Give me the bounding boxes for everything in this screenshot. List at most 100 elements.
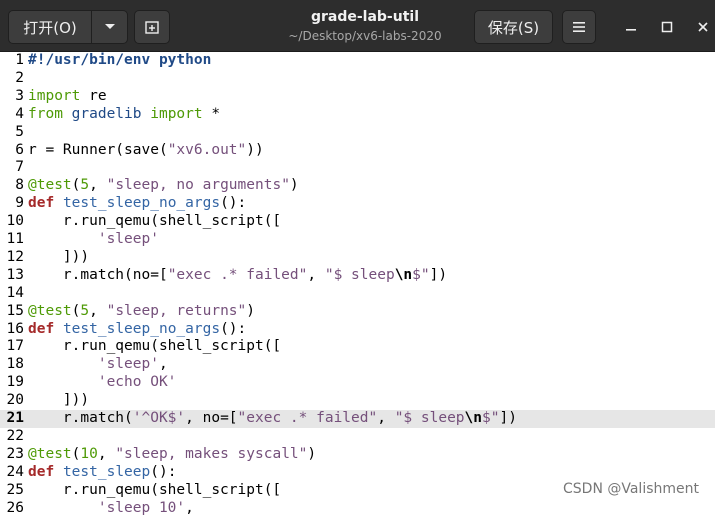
window-title: grade-lab-util (220, 8, 510, 26)
code-token: , no=[ (185, 410, 237, 426)
new-tab-button[interactable] (134, 10, 170, 44)
code-token: "exec .* failed" (168, 267, 308, 283)
code-token: re (80, 88, 106, 104)
minimize-button[interactable] (616, 12, 646, 42)
code-token: , (159, 356, 168, 372)
code-line[interactable]: 4from gradelib import * (0, 106, 715, 124)
code-line[interactable]: 22 (0, 428, 715, 446)
code-token: gradelib (72, 106, 142, 122)
code-token: "sleep, no arguments" (107, 177, 290, 193)
line-number: 1 (0, 52, 24, 70)
code-line[interactable]: 24def test_sleep(): (0, 464, 715, 482)
line-number: 8 (0, 177, 24, 195)
code-line[interactable]: 2 (0, 70, 715, 88)
line-number: 20 (0, 392, 24, 410)
code-token: )) (246, 142, 263, 158)
code-line[interactable]: 15@test(5, "sleep, returns") (0, 303, 715, 321)
code-line[interactable]: 7 (0, 159, 715, 177)
code-line[interactable]: 6r = Runner(save("xv6.out")) (0, 142, 715, 160)
code-text: @test(5, "sleep, no arguments") (28, 177, 299, 195)
line-number: 23 (0, 446, 24, 464)
code-token: r.run_qemu(shell_script([ (28, 213, 281, 229)
code-token: ]) (499, 410, 516, 426)
close-button[interactable] (688, 12, 715, 42)
code-token (54, 195, 63, 211)
code-text: 'sleep 10', (28, 500, 194, 517)
code-token: r.match( (28, 410, 133, 426)
code-line[interactable]: 10 r.run_qemu(shell_script([ (0, 213, 715, 231)
line-number: 16 (0, 321, 24, 339)
code-line[interactable]: 9def test_sleep_no_args(): (0, 195, 715, 213)
chevron-down-icon (104, 23, 116, 31)
line-number: 17 (0, 338, 24, 356)
code-token: , (89, 177, 106, 193)
code-token: (): (150, 464, 176, 480)
code-token: , (98, 446, 115, 462)
code-token (54, 464, 63, 480)
line-number: 19 (0, 374, 24, 392)
code-token: ])) (28, 249, 89, 265)
code-line[interactable]: 21 r.match('^OK$', no=["exec .* failed",… (0, 410, 715, 428)
maximize-icon (661, 21, 673, 33)
code-token (28, 500, 98, 516)
code-text: r.run_qemu(shell_script([ (28, 482, 281, 500)
line-number: 25 (0, 482, 24, 500)
code-line[interactable]: 23@test(10, "sleep, makes syscall") (0, 446, 715, 464)
code-token: 'echo OK' (98, 374, 177, 390)
code-token: "xv6.out" (168, 142, 247, 158)
line-number: 14 (0, 285, 24, 303)
code-token: ) (307, 446, 316, 462)
code-token: , (307, 267, 324, 283)
code-token (28, 231, 98, 247)
code-line[interactable]: 8@test(5, "sleep, no arguments") (0, 177, 715, 195)
open-menu-button[interactable] (91, 10, 128, 44)
open-button[interactable]: 打开(O) (8, 10, 92, 44)
code-token: * (203, 106, 220, 122)
line-number: 11 (0, 231, 24, 249)
code-line[interactable]: 13 r.match(no=["exec .* failed", "$ slee… (0, 267, 715, 285)
code-token: @test (28, 446, 72, 462)
code-token (28, 374, 98, 390)
line-number: 6 (0, 142, 24, 160)
code-token: $" (412, 267, 429, 283)
code-line[interactable]: 18 'sleep', (0, 356, 715, 374)
maximize-button[interactable] (652, 12, 682, 42)
code-token: test_sleep_no_args (63, 195, 220, 211)
code-text: r.match(no=["exec .* failed", "$ sleep\n… (28, 267, 447, 285)
code-text: @test(10, "sleep, makes syscall") (28, 446, 316, 464)
code-token: 'sleep' (98, 356, 159, 372)
save-button[interactable]: 保存(S) (474, 10, 553, 44)
code-line[interactable]: 14 (0, 285, 715, 303)
code-line[interactable]: 5 (0, 124, 715, 142)
line-number: 21 (0, 410, 24, 428)
code-text: def test_sleep_no_args(): (28, 195, 246, 213)
code-text: ])) (28, 392, 89, 410)
code-text: r.match('^OK$', no=["exec .* failed", "$… (28, 410, 517, 428)
hamburger-menu-button[interactable] (562, 10, 596, 44)
line-number: 24 (0, 464, 24, 482)
code-line[interactable]: 26 'sleep 10', (0, 500, 715, 517)
code-text: 'sleep', (28, 356, 168, 374)
code-token: , (89, 303, 106, 319)
code-token: test_sleep (63, 464, 150, 480)
code-text: def test_sleep_no_args(): (28, 321, 246, 339)
code-text: r.run_qemu(shell_script([ (28, 213, 281, 231)
code-token: '^OK$' (133, 410, 185, 426)
code-token: (): (220, 195, 246, 211)
code-token: $" (482, 410, 499, 426)
code-line[interactable]: 3import re (0, 88, 715, 106)
code-line[interactable]: 11 'sleep' (0, 231, 715, 249)
code-line[interactable]: 17 r.run_qemu(shell_script([ (0, 338, 715, 356)
code-token: "exec .* failed" (238, 410, 378, 426)
code-text: r.run_qemu(shell_script([ (28, 338, 281, 356)
code-text: r = Runner(save("xv6.out")) (28, 142, 264, 160)
code-line[interactable]: 1#!/usr/bin/env python (0, 52, 715, 70)
code-line[interactable]: 19 'echo OK' (0, 374, 715, 392)
code-line[interactable]: 20 ])) (0, 392, 715, 410)
code-token: , (185, 500, 194, 516)
code-line[interactable]: 16def test_sleep_no_args(): (0, 321, 715, 339)
code-token (28, 356, 98, 372)
hamburger-icon (572, 21, 586, 33)
code-editor[interactable]: 1#!/usr/bin/env python23import re4from g… (0, 52, 715, 506)
code-line[interactable]: 12 ])) (0, 249, 715, 267)
